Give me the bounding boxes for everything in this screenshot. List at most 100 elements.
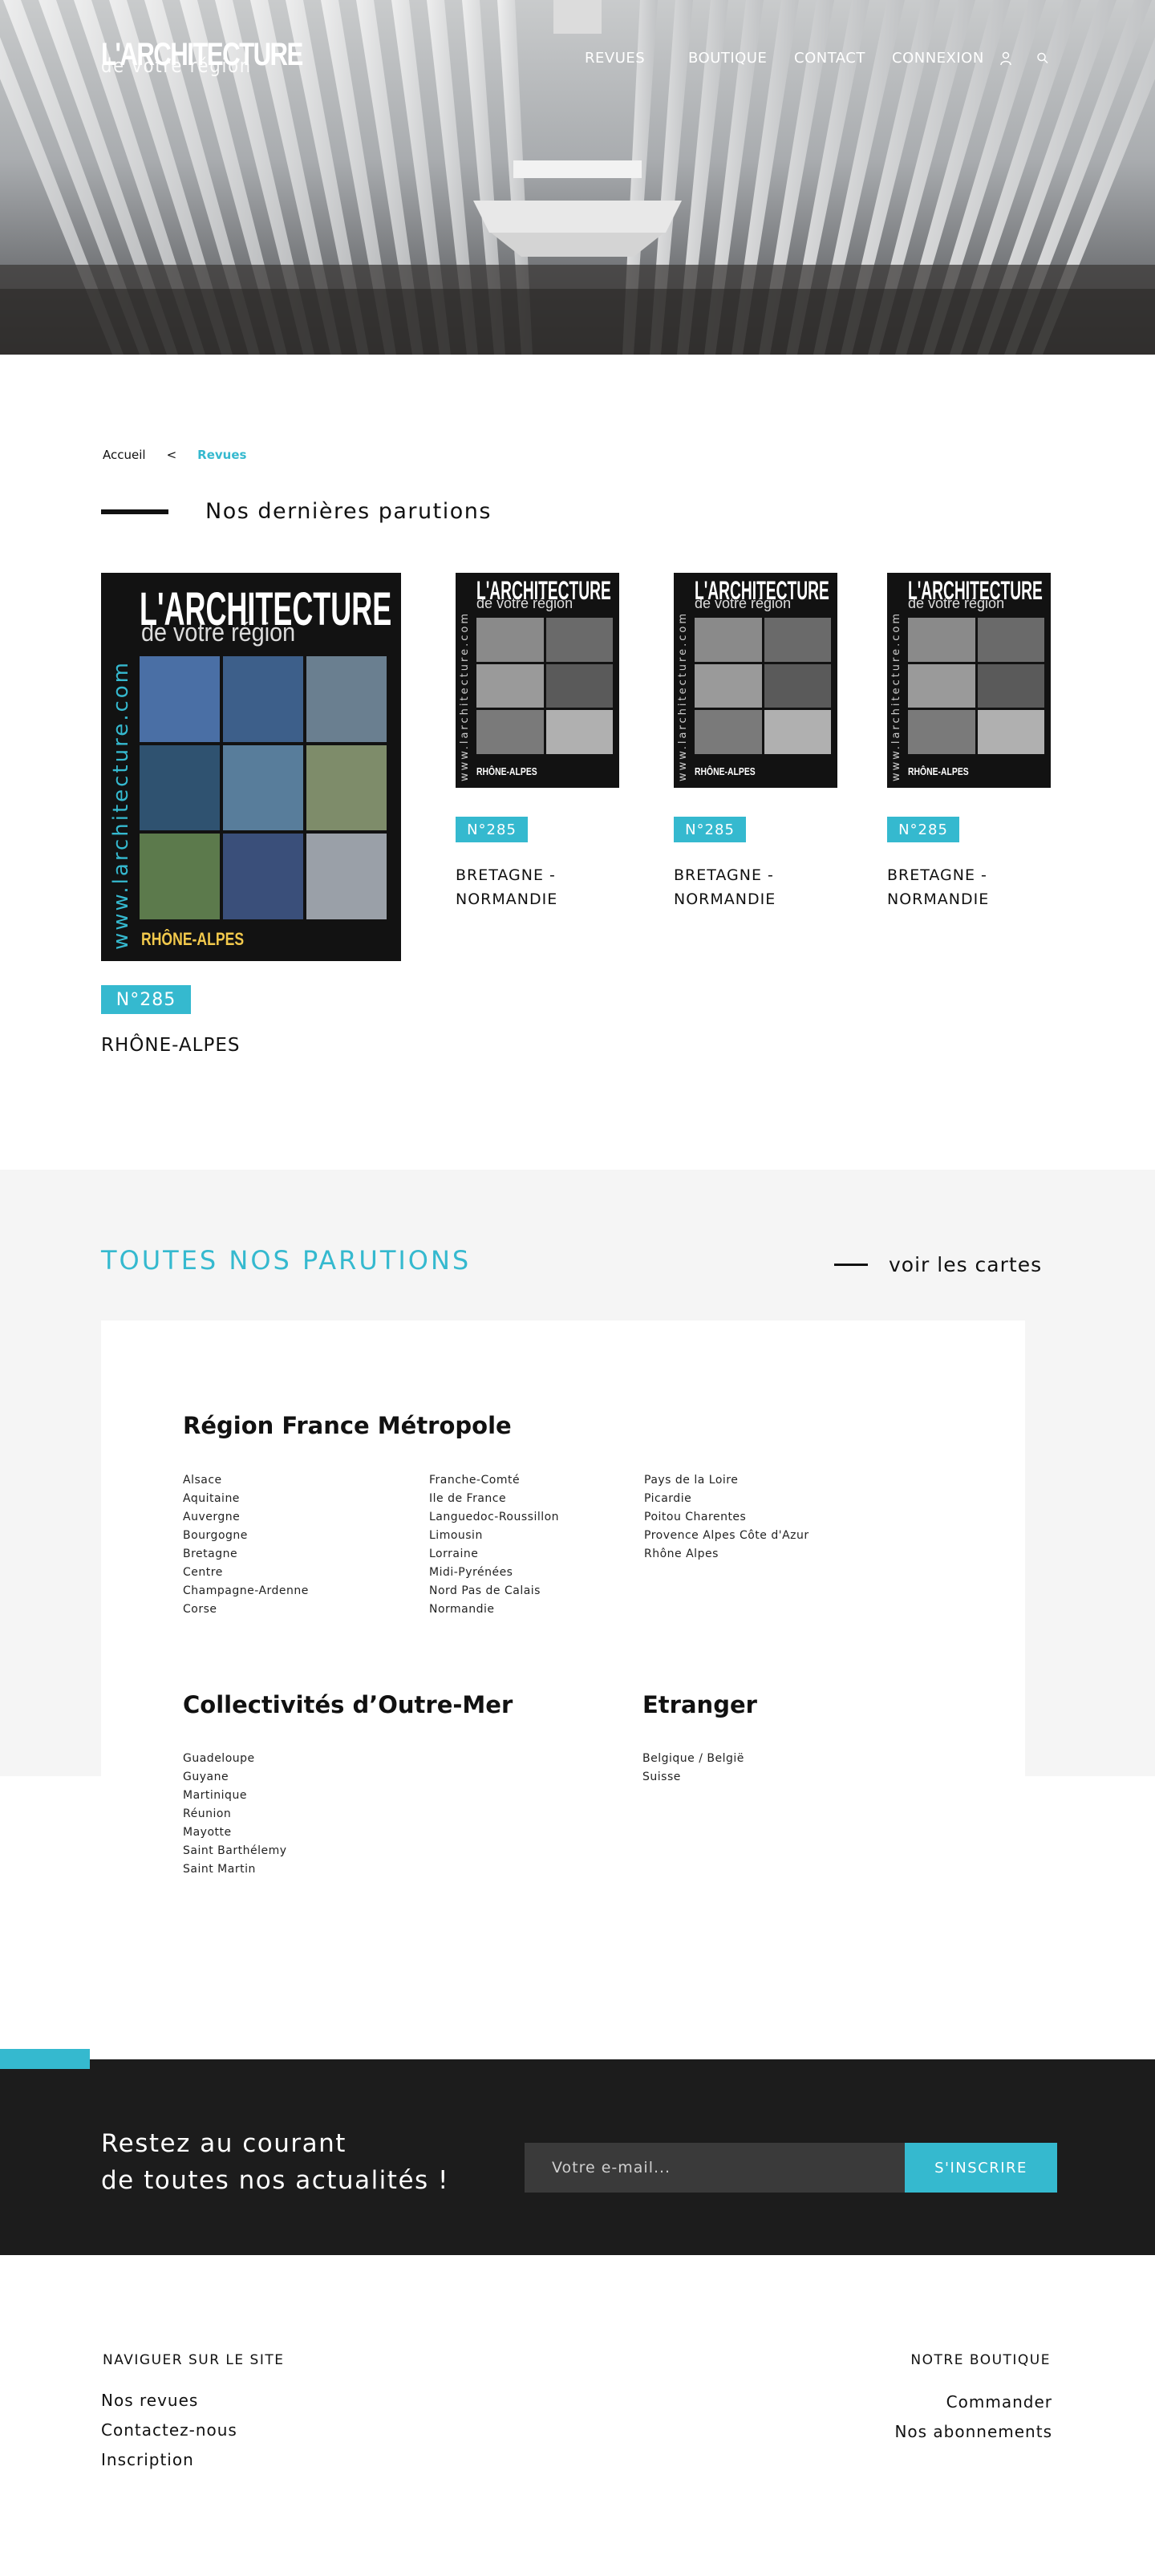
region-link[interactable]: Franche-Comté [429, 1471, 559, 1490]
nav-revues[interactable]: REVUES [585, 50, 645, 67]
main-nav: REVUES BOUTIQUE CONTACT CONNEXION [0, 50, 1155, 69]
cover-photo-grid [476, 618, 613, 754]
cover-url: www.larchitecture.com [890, 611, 902, 781]
newsletter-section: Restez au courant de toutes nos actualit… [0, 2059, 1155, 2255]
footer-nav-title: NAVIGUER SUR LE SITE [103, 2352, 285, 2368]
cover-photo-grid [908, 618, 1044, 754]
region-link[interactable]: Guadeloupe [183, 1750, 287, 1768]
issue-cover-3[interactable]: L'ARCHITECTURE de votre région www.larch… [887, 573, 1051, 788]
region-link[interactable]: Saint Martin [183, 1860, 287, 1879]
metropole-list-col1: Alsace Aquitaine Auvergne Bourgogne Bret… [183, 1471, 309, 1619]
breadcrumb-separator: < [166, 448, 177, 462]
footer-link[interactable]: Inscription [101, 2445, 237, 2475]
region-link[interactable]: Saint Barthélemy [183, 1842, 287, 1860]
region-link[interactable]: Suisse [642, 1768, 744, 1787]
region-link[interactable]: Réunion [183, 1805, 287, 1823]
subscribe-button[interactable]: S'INSCRIRE [905, 2143, 1057, 2193]
issue-name-1[interactable]: BRETAGNE - NORMANDIE [456, 863, 557, 911]
region-link[interactable]: Picardie [644, 1490, 809, 1508]
newsletter-line2: de toutes nos actualités ! [101, 2166, 449, 2195]
cover-region: RHÔNE-ALPES [908, 765, 969, 777]
region-link[interactable]: Lorraine [429, 1545, 559, 1564]
region-link[interactable]: Corse [183, 1600, 309, 1619]
newsletter-line1: Restez au courant [101, 2129, 346, 2158]
issue-name-line1: BRETAGNE - [456, 866, 556, 884]
issue-name-2[interactable]: BRETAGNE - NORMANDIE [674, 863, 776, 911]
issue-name-line2: NORMANDIE [674, 890, 776, 908]
footer-link[interactable]: Commander [894, 2387, 1052, 2417]
region-link[interactable]: Languedoc-Roussillon [429, 1508, 559, 1527]
featured-issue-badge: N°285 [101, 985, 191, 1014]
metropole-title: Région France Métropole [183, 1412, 512, 1439]
breadcrumb-current[interactable]: Revues [197, 448, 246, 462]
footer-link[interactable]: Contactez-nous [101, 2416, 237, 2445]
outre-mer-title: Collectivités d’Outre-Mer [183, 1691, 513, 1718]
heading-bar [101, 509, 168, 514]
cover-url: www.larchitecture.com [459, 611, 471, 781]
hero-banner: L'ARCHITECTURE de votre région REVUES BO… [0, 0, 1155, 355]
region-link[interactable]: Aquitaine [183, 1490, 309, 1508]
region-link[interactable]: Alsace [183, 1471, 309, 1490]
region-link[interactable]: Pays de la Loire [644, 1471, 809, 1490]
cover-subtitle: de votre région [141, 618, 296, 647]
region-link[interactable]: Nord Pas de Calais [429, 1582, 559, 1600]
issue-cover-2[interactable]: L'ARCHITECTURE de votre région www.larch… [674, 573, 837, 788]
cover-url: www.larchitecture.com [677, 611, 689, 781]
region-link[interactable]: Guyane [183, 1768, 287, 1787]
region-link[interactable]: Bretagne [183, 1545, 309, 1564]
newsletter-text: Restez au courant de toutes nos actualit… [101, 2125, 449, 2199]
region-link[interactable]: Champagne-Ardenne [183, 1582, 309, 1600]
region-link[interactable]: Martinique [183, 1787, 287, 1805]
region-link[interactable]: Provence Alpes Côte d'Azur [644, 1527, 809, 1545]
issue-name-line2: NORMANDIE [456, 890, 558, 908]
region-link[interactable]: Midi-Pyrénées [429, 1564, 559, 1582]
cover-region: RHÔNE-ALPES [141, 929, 245, 949]
region-link[interactable]: Bourgogne [183, 1527, 309, 1545]
email-field[interactable] [525, 2143, 905, 2193]
issue-cover-1[interactable]: L'ARCHITECTURE de votre région www.larch… [456, 573, 619, 788]
region-link[interactable]: Rhône Alpes [644, 1545, 809, 1564]
region-link[interactable]: Poitou Charentes [644, 1508, 809, 1527]
latest-title: Nos dernières parutions [205, 499, 492, 524]
region-link[interactable]: Auvergne [183, 1508, 309, 1527]
cover-region: RHÔNE-ALPES [476, 765, 537, 777]
breadcrumb: Accueil < Revues [103, 448, 246, 462]
nav-connexion[interactable]: CONNEXION [892, 50, 984, 67]
metropole-list-col3: Pays de la Loire Picardie Poitou Charent… [644, 1471, 809, 1564]
region-link[interactable]: Normandie [429, 1600, 559, 1619]
issue-badge-1: N°285 [456, 817, 528, 842]
issue-name-line2: NORMANDIE [887, 890, 990, 908]
cover-photo-grid [695, 618, 831, 754]
footer-link[interactable]: Nos revues [101, 2386, 237, 2416]
maps-link[interactable]: voir les cartes [834, 1253, 1042, 1276]
maps-link-bar [834, 1264, 868, 1266]
region-link[interactable]: Belgique / België [642, 1750, 744, 1768]
issue-name-line1: BRETAGNE - [887, 866, 987, 884]
cover-url: www.larchitecture.com [109, 659, 133, 950]
all-issues-title: TOUTES NOS PARUTIONS [101, 1245, 472, 1276]
issue-badge-3: N°285 [887, 817, 959, 842]
footer-nav-list: Nos revues Contactez-nous Inscription [101, 2386, 237, 2475]
breadcrumb-home[interactable]: Accueil [103, 448, 146, 462]
region-link[interactable]: Limousin [429, 1527, 559, 1545]
cover-photo-grid [140, 656, 387, 919]
issue-name-3[interactable]: BRETAGNE - NORMANDIE [887, 863, 989, 911]
footer-shop-title: NOTRE BOUTIQUE [910, 2352, 1051, 2368]
cover-subtitle: de votre région [695, 595, 792, 611]
etranger-title: Etranger [642, 1691, 757, 1718]
cover-subtitle: de votre région [476, 595, 573, 611]
issue-badge-2: N°285 [674, 817, 746, 842]
nav-contact[interactable]: CONTACT [794, 50, 865, 67]
issue-name-line1: BRETAGNE - [674, 866, 774, 884]
footer-shop-list: Commander Nos abonnements [894, 2387, 1052, 2447]
featured-cover[interactable]: L'ARCHITECTURE de votre région www.larch… [101, 573, 401, 961]
region-link[interactable]: Centre [183, 1564, 309, 1582]
region-link[interactable]: Mayotte [183, 1823, 287, 1842]
footer-link[interactable]: Nos abonnements [894, 2417, 1052, 2447]
outre-mer-list: Guadeloupe Guyane Martinique Réunion May… [183, 1750, 287, 1879]
cover-region: RHÔNE-ALPES [695, 765, 756, 777]
nav-boutique[interactable]: BOUTIQUE [688, 50, 767, 67]
region-link[interactable]: Ile de France [429, 1490, 559, 1508]
featured-issue-name[interactable]: RHÔNE-ALPES [101, 1035, 240, 1056]
latest-section-heading: Nos dernières parutions [101, 499, 492, 524]
